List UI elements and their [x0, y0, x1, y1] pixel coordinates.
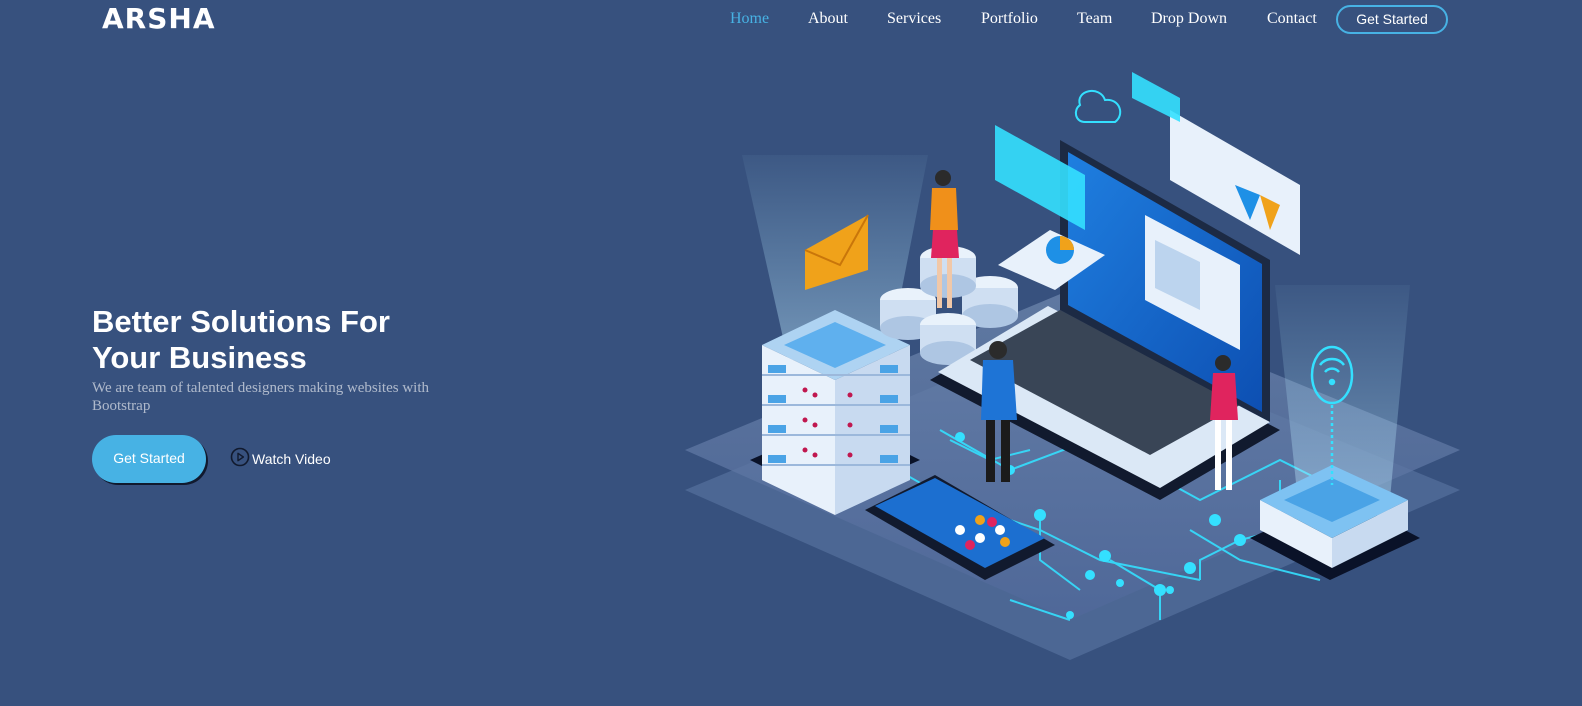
hero-illustration [685, 72, 1460, 660]
play-circle-icon [230, 447, 250, 472]
hero-title-line2: Your Business [92, 340, 307, 375]
nav-team[interactable]: Team [1077, 9, 1112, 29]
hero-title-line1: Better Solutions For [92, 304, 390, 339]
page: ARSHA Home About Services Portfolio Team… [0, 0, 1582, 706]
hero-subtitle: We are team of talented designers making… [92, 380, 430, 414]
nav-about[interactable]: About [808, 9, 848, 29]
left-server-rack [750, 310, 920, 515]
nav-home[interactable]: Home [730, 9, 769, 29]
nav-dropdown[interactable]: Drop Down [1151, 9, 1227, 29]
nav-contact[interactable]: Contact [1267, 9, 1317, 29]
nav-services[interactable]: Services [887, 9, 941, 29]
watch-video-label: Watch Video [252, 451, 331, 467]
nav-portfolio[interactable]: Portfolio [981, 9, 1038, 29]
hero-title: Better Solutions For Your Business [92, 304, 472, 376]
watch-video-button[interactable]: Watch Video [230, 447, 331, 472]
main-nav: Home About Services Portfolio Team Drop … [0, 0, 1582, 38]
hero-get-started-button[interactable]: Get Started [92, 435, 206, 483]
nav-get-started-button[interactable]: Get Started [1336, 5, 1448, 34]
